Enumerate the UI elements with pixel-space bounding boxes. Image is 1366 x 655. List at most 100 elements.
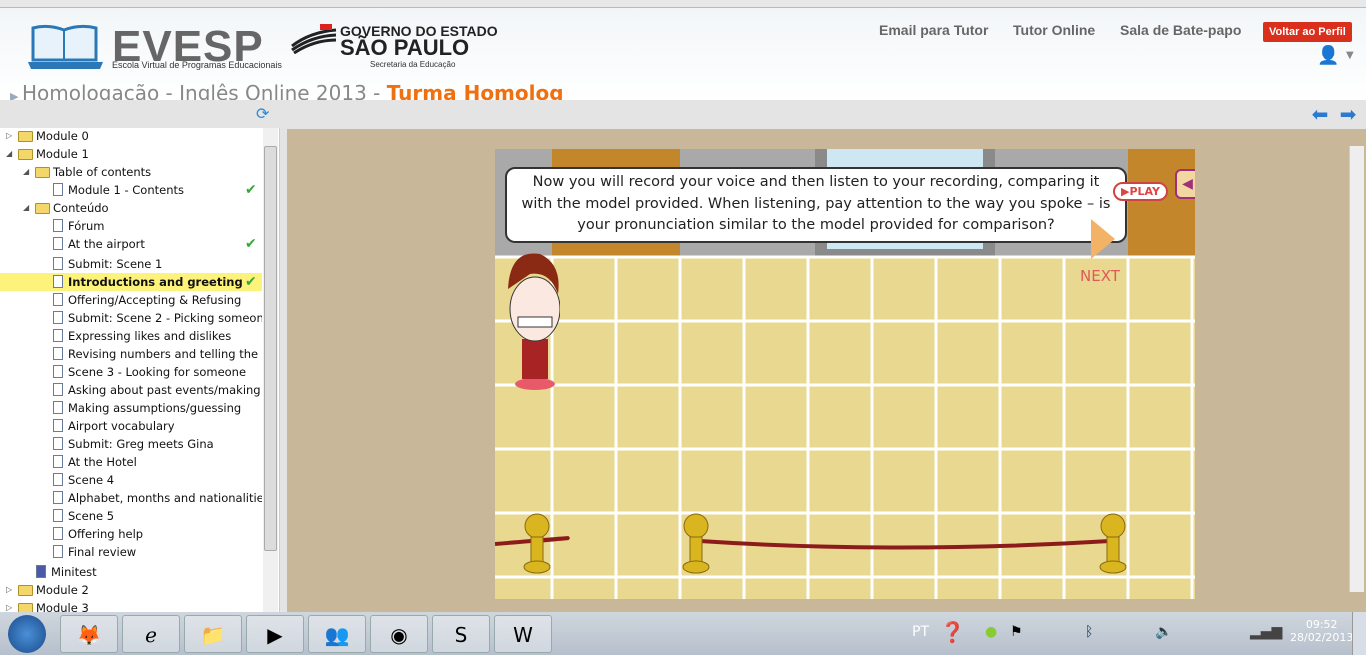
flash-activity: Now you will record your voice and then …	[495, 149, 1195, 599]
flag-icon[interactable]: ⚑	[1010, 624, 1023, 640]
tree-item[interactable]: ◢ Table of contents	[0, 163, 262, 181]
chevron-down-icon[interactable]: ▼	[1346, 50, 1354, 61]
document-icon	[53, 237, 63, 250]
tree-item[interactable]: Final review	[0, 543, 262, 561]
folder-icon	[18, 603, 33, 612]
evesp-subtitle: Escola Virtual de Programas Educacionais	[112, 60, 282, 70]
signal-icon[interactable]: ▂▄▆	[1250, 624, 1282, 640]
tree-item-label: Alphabet, months and nationalities	[68, 491, 262, 505]
course-tree: ▷ Module 0 ◢ Module 1 ◢ Table of contents Modu…	[0, 127, 262, 612]
chrome-icon[interactable]: ◉	[370, 615, 428, 653]
back-to-profile-button[interactable]: Voltar ao Perfil	[1263, 22, 1352, 42]
tree-item[interactable]: Scene 3 - Looking for someone	[0, 363, 262, 381]
panel-splitter[interactable]	[280, 100, 287, 612]
tree-item-label: Offering/Accepting & Refusing	[68, 293, 242, 307]
user-icon[interactable]: 👤	[1317, 45, 1339, 66]
skype-icon[interactable]: S	[432, 615, 490, 653]
course-tree-panel: ⟳ ▷ Module 0 ◢ Module 1 ◢ Table of contents Mo…	[0, 100, 280, 612]
tree-item[interactable]: Introductions and greeting ✔	[0, 273, 262, 291]
tree-item[interactable]: Minitest	[0, 563, 262, 581]
quiz-icon	[36, 565, 46, 578]
email-tutor-link[interactable]: Email para Tutor	[879, 22, 988, 38]
media-player-icon[interactable]: ▶	[246, 615, 304, 653]
back-arrow-icon[interactable]: ◀	[1175, 169, 1195, 199]
refresh-icon[interactable]: ⟳	[256, 104, 269, 123]
folder-icon	[18, 149, 33, 160]
tree-item[interactable]: ◢ Module 1	[0, 145, 262, 163]
document-icon	[53, 401, 63, 414]
document-icon	[53, 509, 63, 522]
tree-item[interactable]: ◢ Conteúdo	[0, 199, 262, 217]
tree-item[interactable]: ▷ Module 2	[0, 581, 262, 599]
document-icon	[53, 275, 63, 288]
folder-icon	[18, 131, 33, 142]
previous-arrow-icon[interactable]: ⬅	[1309, 104, 1331, 124]
clock[interactable]: 09:52 28/02/2013	[1290, 618, 1353, 644]
next-triangle-icon[interactable]	[1091, 219, 1115, 259]
file-explorer-icon[interactable]: 📁	[184, 615, 242, 653]
collapse-icon[interactable]: ◢	[6, 145, 12, 163]
language-indicator[interactable]: PT	[912, 624, 929, 640]
tree-item[interactable]: Submit: Scene 2 - Picking someone	[0, 309, 262, 327]
messenger-icon[interactable]: 👥	[308, 615, 366, 653]
tree-item-label: Expressing likes and dislikes	[68, 329, 232, 343]
scrollbar-thumb[interactable]	[264, 146, 277, 551]
content-scrollbar[interactable]	[1349, 146, 1364, 592]
document-icon	[53, 257, 63, 270]
tree-item-label: Module 2	[36, 583, 89, 597]
word-icon[interactable]: W	[494, 615, 552, 653]
site-header: EVESP Escola Virtual de Programas Educac…	[0, 8, 1366, 105]
tree-item[interactable]: Revising numbers and telling the time	[0, 345, 262, 363]
tree-item[interactable]: ▷ Module 3	[0, 599, 262, 612]
tree-item[interactable]: Scene 5	[0, 507, 262, 525]
tree-item[interactable]: ▷ Module 0	[0, 127, 262, 145]
tree-item[interactable]: Offering help	[0, 525, 262, 543]
document-icon	[53, 311, 63, 324]
tree-item[interactable]: Module 1 - Contents ✔	[0, 181, 262, 199]
tray-icon-leaf[interactable]: ●	[985, 624, 997, 640]
play-button[interactable]: ▶PLAY	[1113, 182, 1168, 201]
tree-item[interactable]: Making assumptions/guessing	[0, 399, 262, 417]
internet-explorer-icon[interactable]: ℯ	[122, 615, 180, 653]
show-desktop-button[interactable]	[1352, 612, 1366, 655]
next-button[interactable]: NEXT	[1080, 267, 1120, 285]
completed-check-icon: ✔	[245, 274, 257, 290]
tree-item[interactable]: Scene 4	[0, 471, 262, 489]
expand-icon[interactable]: ▷	[6, 127, 12, 145]
tree-item[interactable]: Fórum	[0, 217, 262, 235]
tree-item[interactable]: At the Hotel	[0, 453, 262, 471]
tree-item[interactable]: Asking about past events/making	[0, 381, 262, 399]
document-icon	[53, 473, 63, 486]
firefox-icon[interactable]: 🦊	[60, 615, 118, 653]
tree-toolbar: ⟳	[0, 100, 280, 128]
folder-icon	[18, 585, 33, 596]
chat-room-link[interactable]: Sala de Bate-papo	[1120, 22, 1241, 38]
tree-scrollbar[interactable]	[263, 128, 278, 612]
tree-item-label: Conteúdo	[53, 201, 109, 215]
tree-item[interactable]: Offering/Accepting & Refusing	[0, 291, 262, 309]
bluetooth-icon[interactable]: ᛒ	[1085, 624, 1093, 640]
expand-icon[interactable]: ▷	[6, 581, 12, 599]
volume-icon[interactable]: 🔈	[1155, 624, 1172, 640]
start-button[interactable]	[8, 615, 46, 653]
document-icon	[53, 365, 63, 378]
tree-item[interactable]: Alphabet, months and nationalities	[0, 489, 262, 507]
tree-item-label: At the airport	[68, 237, 145, 251]
document-icon	[53, 455, 63, 468]
tree-item[interactable]: Airport vocabulary	[0, 417, 262, 435]
document-icon	[53, 183, 63, 196]
collapse-icon[interactable]: ◢	[23, 199, 29, 217]
collapse-icon[interactable]: ◢	[23, 163, 29, 181]
tree-item[interactable]: Expressing likes and dislikes	[0, 327, 262, 345]
tree-item[interactable]: At the airport ✔	[0, 235, 262, 253]
tree-item[interactable]: Submit: Scene 1	[0, 255, 262, 273]
document-icon	[53, 329, 63, 342]
action-center-icon[interactable]: ❓	[940, 620, 965, 644]
gov-line2: SÃO PAULO	[340, 35, 470, 60]
tutor-online-link[interactable]: Tutor Online	[1013, 22, 1095, 38]
tree-item-label: Asking about past events/making	[68, 383, 261, 397]
tree-item-label: Scene 3 - Looking for someone	[68, 365, 247, 379]
next-arrow-icon[interactable]: ➡	[1337, 104, 1359, 124]
expand-icon[interactable]: ▷	[6, 599, 12, 612]
tree-item[interactable]: Submit: Greg meets Gina	[0, 435, 262, 453]
